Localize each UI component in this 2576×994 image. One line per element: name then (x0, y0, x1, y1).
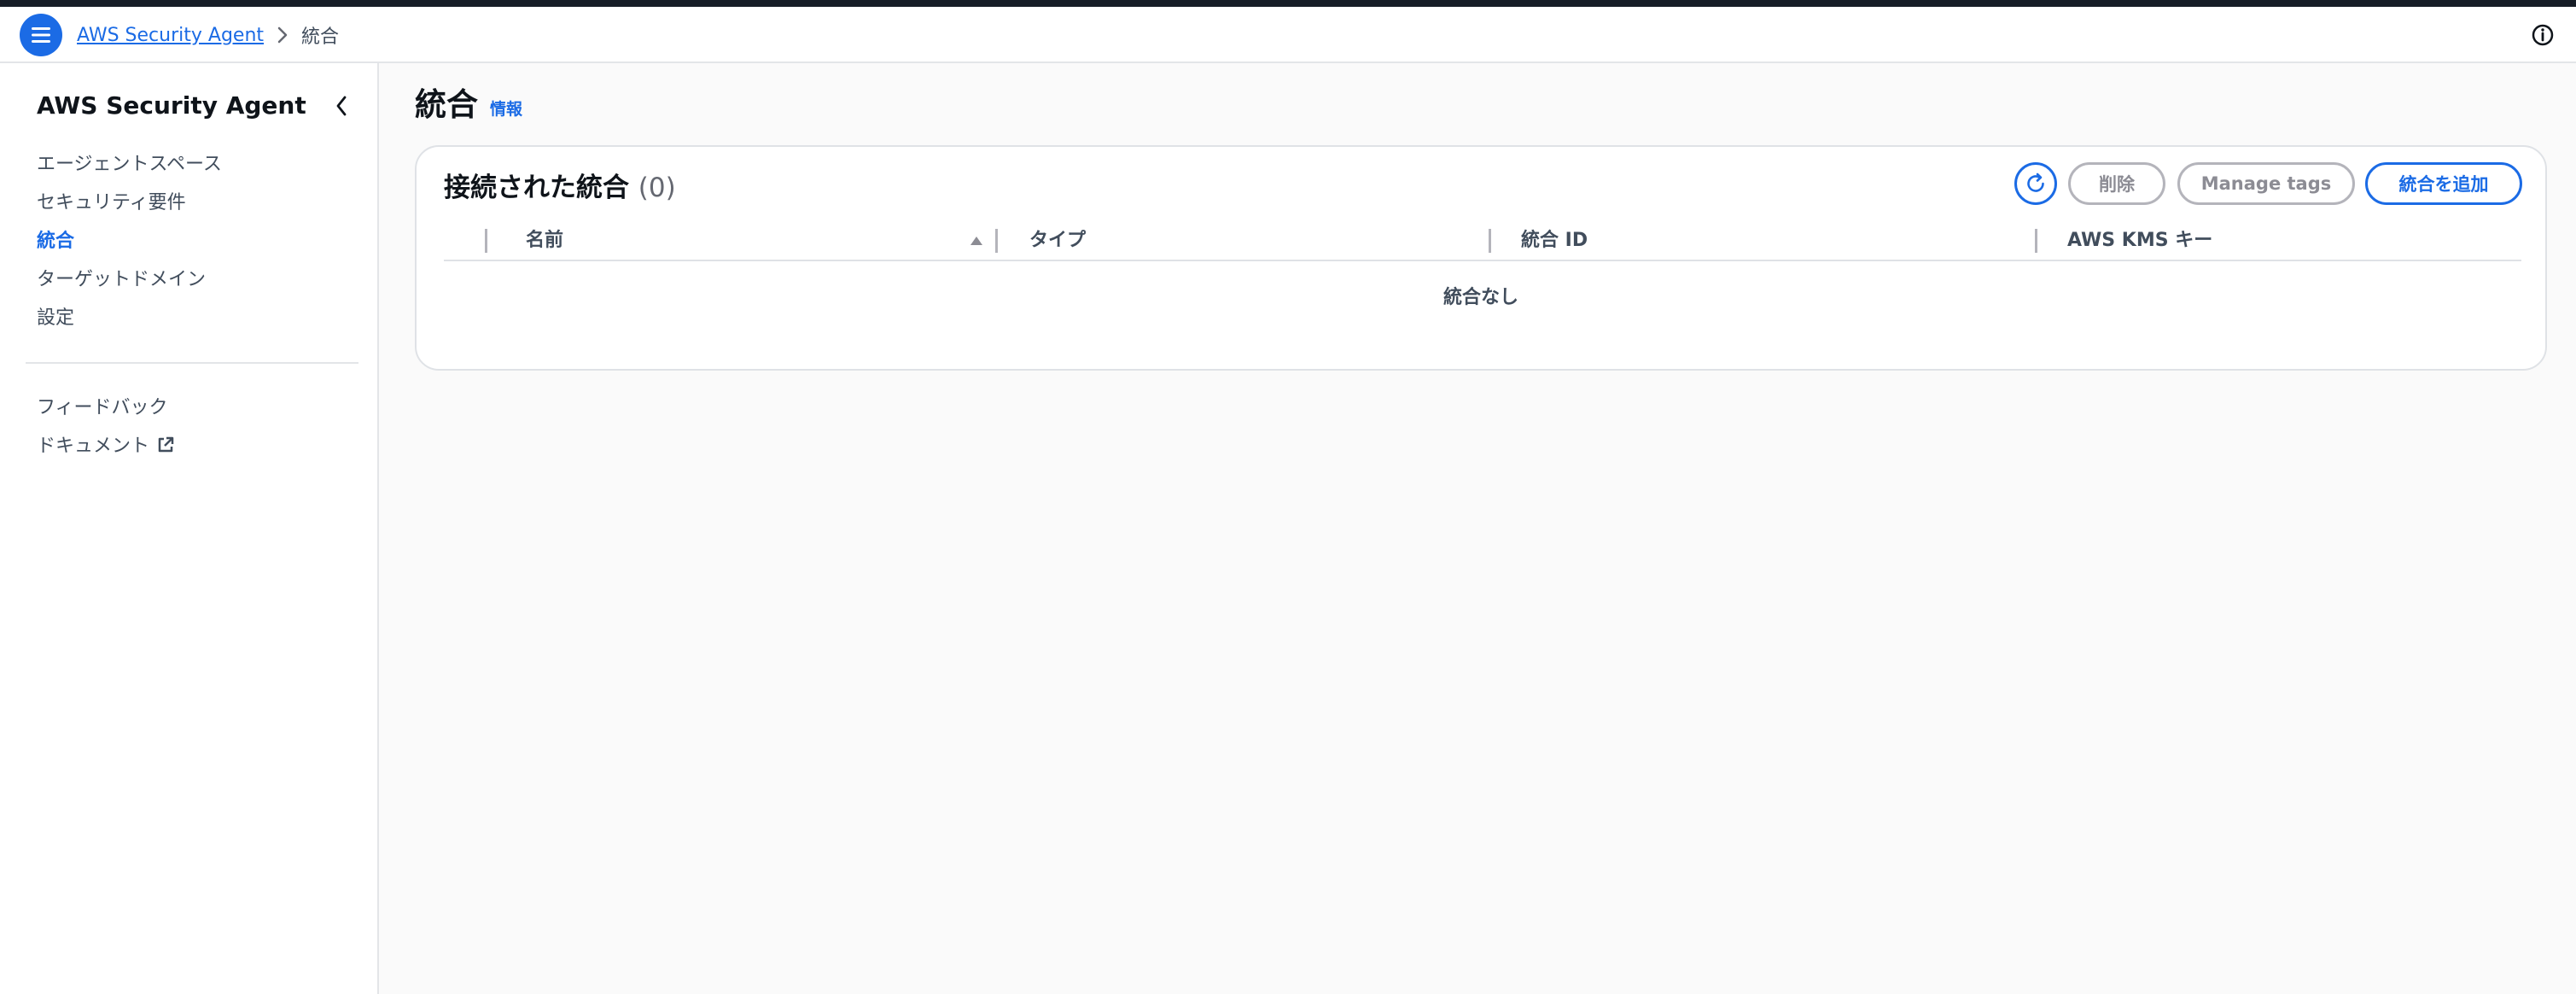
column-header-kms-key[interactable]: AWS KMS キー (2067, 222, 2212, 260)
column-header-name[interactable]: 名前 (526, 222, 563, 260)
column-divider[interactable] (2035, 229, 2037, 253)
sidebar-secondary-nav: フィードバック ドキュメント (37, 389, 175, 465)
column-header-type[interactable]: タイプ (1029, 222, 1086, 260)
table-title-text: 接続された統合 (444, 172, 629, 203)
breadcrumb-current: 統合 (301, 26, 340, 48)
sidebar-item-settings[interactable]: 設定 (37, 299, 222, 337)
sidebar-item-target-domains[interactable]: ターゲットドメイン (37, 260, 222, 299)
side-navigation: AWS Security Agent エージェントスペース セキュリティ要件 統… (0, 63, 379, 994)
documentation-label: ドキュメント (37, 436, 150, 457)
collapse-sidebar-button[interactable] (326, 91, 357, 121)
table-title: 接続された統合 (0) (444, 166, 676, 204)
sidebar-title[interactable]: AWS Security Agent (37, 91, 306, 120)
breadcrumb: AWS Security Agent 統合 (77, 7, 339, 63)
column-divider (485, 229, 487, 253)
column-header-integration-id[interactable]: 統合 ID (1521, 222, 1588, 260)
sidebar-item-security-requirements[interactable]: セキュリティ要件 (37, 184, 222, 222)
sidebar-item-agent-spaces[interactable]: エージェントスペース (37, 145, 222, 184)
menu-icon (32, 27, 50, 43)
chevron-left-icon (336, 96, 347, 116)
table-count: (0) (638, 172, 676, 203)
chevron-right-icon (277, 26, 288, 44)
integrations-table-container: 接続された統合 (0) 削除 Manage tags 統合を追加 名前 タイプ … (415, 145, 2547, 371)
empty-state-message: 統合なし (1442, 287, 1518, 308)
column-divider[interactable] (995, 229, 998, 253)
info-icon[interactable] (2528, 20, 2557, 50)
external-link-icon (158, 436, 174, 453)
page-title: 統合 (415, 86, 478, 123)
sidebar-item-documentation[interactable]: ドキュメント (37, 427, 175, 465)
top-strip (0, 0, 2576, 7)
top-navigation-bar: AWS Security Agent 統合 (0, 7, 2576, 63)
sidebar-nav: エージェントスペース セキュリティ要件 統合 ターゲットドメイン 設定 (37, 145, 222, 337)
breadcrumb-root-link[interactable]: AWS Security Agent (77, 25, 264, 46)
sidebar-item-feedback[interactable]: フィードバック (37, 389, 175, 427)
table-header: 名前 タイプ 統合 ID AWS KMS キー (444, 222, 2521, 261)
sidebar-item-integrations[interactable]: 統合 (37, 222, 222, 260)
menu-button[interactable] (20, 14, 62, 56)
manage-tags-button[interactable]: Manage tags (2177, 162, 2355, 205)
refresh-button[interactable] (2014, 162, 2057, 205)
delete-button[interactable]: 削除 (2068, 162, 2165, 205)
sidebar-divider (26, 362, 358, 364)
column-divider[interactable] (1489, 229, 1491, 253)
info-link[interactable]: 情報 (490, 96, 522, 120)
add-integration-button[interactable]: 統合を追加 (2365, 162, 2522, 205)
refresh-icon (2027, 172, 2044, 192)
sort-ascending-icon[interactable] (970, 236, 983, 246)
